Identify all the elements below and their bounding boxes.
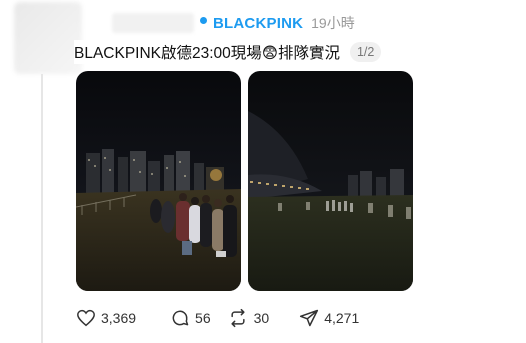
repost-icon — [231, 308, 245, 328]
like-count: 3,369 — [101, 310, 137, 326]
verified-icon — [200, 16, 207, 24]
post-photo-1[interactable] — [76, 71, 241, 291]
page-indicator: 1/2 — [349, 42, 382, 62]
heart-icon — [77, 309, 95, 327]
avatar[interactable] — [14, 2, 82, 74]
display-name-blurred[interactable] — [112, 13, 194, 33]
username[interactable]: BLACKPINK — [213, 15, 303, 32]
post-timestamp[interactable]: 19小時 — [311, 13, 355, 33]
share-button[interactable]: 4,271 — [299, 308, 359, 328]
share-count: 4,271 — [324, 310, 360, 326]
like-button[interactable]: 3,369 — [76, 309, 136, 327]
post-actions: 3,369 56 30 4,271 — [76, 306, 359, 330]
post-text: BLACKPINK啟德23:00現場😨排隊實況 — [74, 45, 340, 62]
post-text-row: BLACKPINK啟德23:00現場😨排隊實況 1/2 — [74, 40, 388, 64]
reply-count: 56 — [195, 310, 211, 326]
repost-count: 30 — [253, 310, 270, 326]
post-photo-2[interactable] — [248, 71, 413, 291]
comment-icon — [172, 310, 189, 326]
send-icon — [300, 309, 319, 327]
reply-button[interactable]: 56 — [170, 308, 211, 328]
post-header: BLACKPINK 19小時 — [112, 10, 355, 36]
thread-line — [41, 74, 43, 343]
repost-button[interactable]: 30 — [227, 308, 270, 328]
